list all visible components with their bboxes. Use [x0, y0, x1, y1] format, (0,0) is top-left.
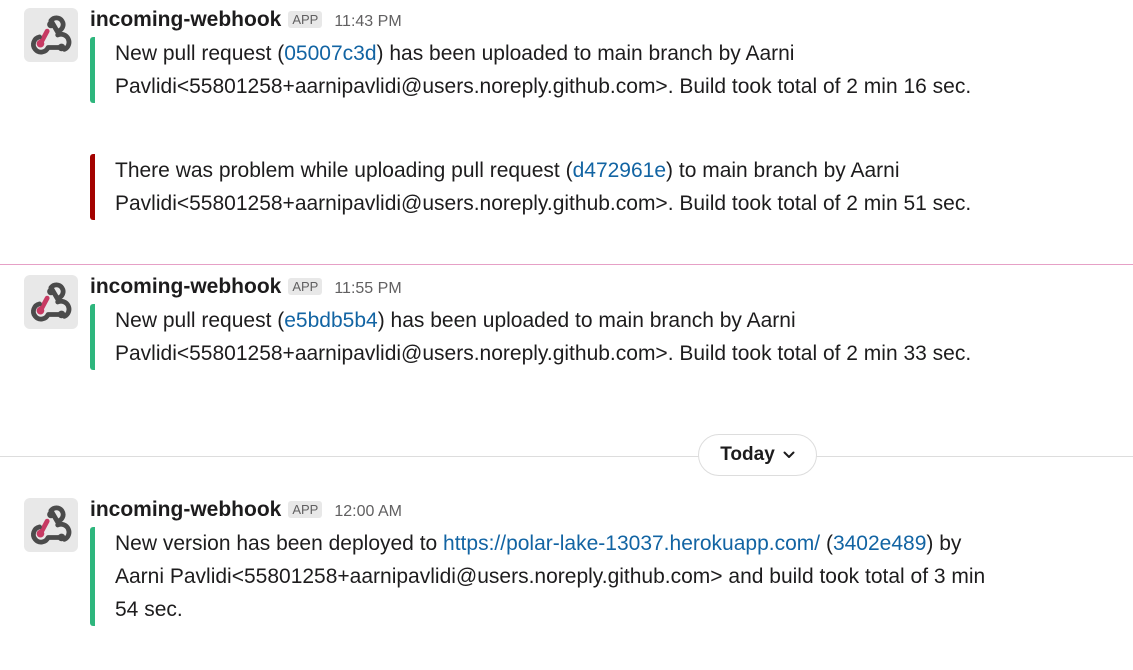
message-1: incoming-webhook APP 11:43 PM New pull r… — [0, 8, 1133, 258]
attachment-failure: There was problem while uploading pull r… — [90, 154, 990, 220]
timestamp[interactable]: 11:43 PM — [334, 13, 401, 31]
commit-link[interactable]: e5bdb5b4 — [284, 309, 377, 332]
avatar[interactable] — [24, 498, 78, 552]
avatar[interactable] — [24, 275, 78, 329]
sender-name[interactable]: incoming-webhook — [90, 498, 281, 522]
commit-link[interactable]: d472961e — [573, 159, 666, 182]
attachment-text: New version has been deployed to https:/… — [115, 527, 990, 626]
text-segment: New version has been deployed to — [115, 532, 444, 555]
webhook-icon — [31, 15, 72, 55]
timestamp[interactable]: 11:55 PM — [334, 280, 401, 298]
day-divider-line — [0, 456, 1133, 457]
text-segment: New pull request ( — [115, 42, 285, 65]
commit-link[interactable]: 3402e489 — [833, 532, 926, 555]
attachment-text: New pull request (e5bdb5b4) has been upl… — [115, 304, 990, 370]
attachment-success: New pull request (05007c3d) has been upl… — [90, 37, 990, 103]
attachment-success: New version has been deployed to https:/… — [90, 527, 990, 626]
webhook-icon — [31, 282, 72, 322]
app-badge: APP — [288, 501, 323, 518]
sender-name[interactable]: incoming-webhook — [90, 275, 281, 299]
app-badge: APP — [288, 11, 323, 28]
attachment-text: There was problem while uploading pull r… — [115, 154, 990, 220]
message-2: incoming-webhook APP 11:55 PM New pull r… — [0, 275, 1133, 405]
new-messages-divider — [0, 264, 1133, 265]
day-divider-button[interactable]: Today — [698, 434, 817, 476]
chevron-down-icon — [783, 451, 795, 459]
day-divider-label: Today — [720, 444, 775, 465]
deploy-url-link[interactable]: https://polar-lake-13037.herokuapp.com/ — [443, 532, 820, 555]
sender-name[interactable]: incoming-webhook — [90, 8, 281, 32]
text-segment: There was problem while uploading pull r… — [115, 159, 573, 182]
text-segment: New pull request ( — [115, 309, 285, 332]
commit-link[interactable]: 05007c3d — [284, 42, 376, 65]
text-segment: ( — [820, 532, 833, 555]
message-header: incoming-webhook APP 11:55 PM — [90, 275, 402, 301]
timestamp[interactable]: 12:00 AM — [334, 503, 402, 521]
attachment-success: New pull request (e5bdb5b4) has been upl… — [90, 304, 990, 370]
message-header: incoming-webhook APP 12:00 AM — [90, 498, 402, 524]
message-header: incoming-webhook APP 11:43 PM — [90, 8, 402, 34]
avatar[interactable] — [24, 8, 78, 62]
app-badge: APP — [288, 278, 323, 295]
attachment-text: New pull request (05007c3d) has been upl… — [115, 37, 990, 103]
webhook-icon — [31, 505, 72, 545]
message-3: incoming-webhook APP 12:00 AM New versio… — [0, 498, 1133, 628]
